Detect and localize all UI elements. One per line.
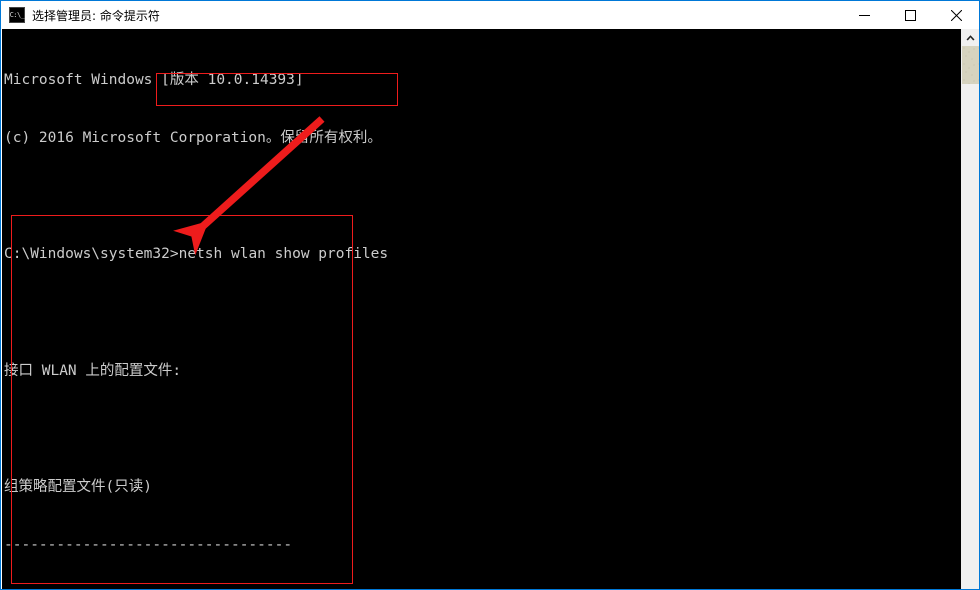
group-policy-divider: --------------------------------- [4,537,293,554]
title-bar[interactable]: C:\_ 选择管理员: 命令提示符 [1,1,979,29]
minimize-button[interactable] [841,1,887,29]
chevron-up-icon [966,35,975,41]
close-button[interactable] [933,1,979,29]
group-policy-header: 组策略配置文件(只读) [4,479,152,496]
command-text: netsh wlan show profiles [178,246,389,263]
window-title: 选择管理员: 命令提示符 [32,8,160,23]
cmd-icon: C:\_ [9,7,25,23]
maximize-button[interactable] [887,1,933,29]
cmd-icon-glyph: C:\_ [9,10,25,19]
banner-line-1: Microsoft Windows [版本 10.0.14393] [4,71,304,88]
scrollbar-thumb[interactable] [962,46,979,84]
minimize-icon [858,14,870,16]
console-output-area[interactable]: Microsoft Windows [版本 10.0.14393] (c) 20… [2,29,963,589]
close-icon [950,9,962,21]
terminal-text: Microsoft Windows [版本 10.0.14393] (c) 20… [2,29,391,589]
interface-header: 接口 WLAN 上的配置文件: [4,362,182,379]
vertical-scrollbar[interactable] [961,29,979,589]
scroll-up-button[interactable] [962,29,979,46]
banner-line-2: (c) 2016 Microsoft Corporation。保留所有权利。 [4,130,382,147]
command-prompt-window: C:\_ 选择管理员: 命令提示符 Microsoft Windows [版本 … [0,0,980,590]
command-line: C:\Windows\system32>netsh wlan show prof… [4,245,391,264]
prompt-path: C:\Windows\system32> [4,246,179,263]
maximize-icon [904,9,916,21]
scrollbar-track[interactable] [962,84,979,589]
